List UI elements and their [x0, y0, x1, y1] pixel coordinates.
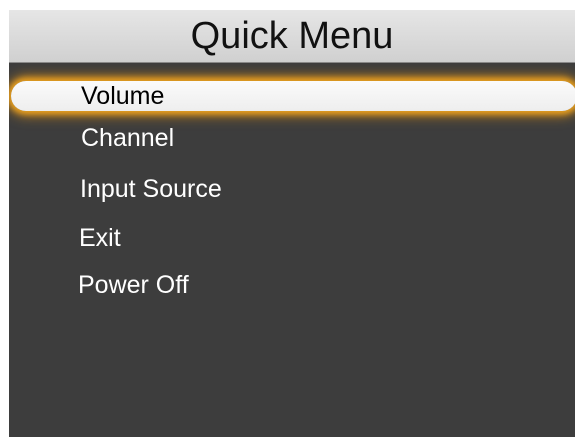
menu-item-label: Exit	[79, 224, 121, 252]
menu-title: Quick Menu	[190, 15, 394, 57]
menu-item-label: Channel	[81, 124, 175, 152]
menu-item-label: Power Off	[78, 271, 189, 299]
menu-item-input-source[interactable]: Input Source	[9, 169, 575, 209]
quick-menu-window: Quick Menu Volume Channel Input Source E…	[9, 10, 575, 437]
menu-item-exit[interactable]: Exit	[9, 218, 575, 258]
menu-item-volume[interactable]: Volume	[9, 75, 575, 115]
title-bar: Quick Menu	[9, 10, 575, 63]
menu-item-power-off[interactable]: Power Off	[9, 265, 575, 305]
menu-item-label: Input Source	[80, 175, 222, 203]
menu-item-channel[interactable]: Channel	[9, 118, 575, 158]
menu-item-label: Volume	[81, 82, 165, 110]
